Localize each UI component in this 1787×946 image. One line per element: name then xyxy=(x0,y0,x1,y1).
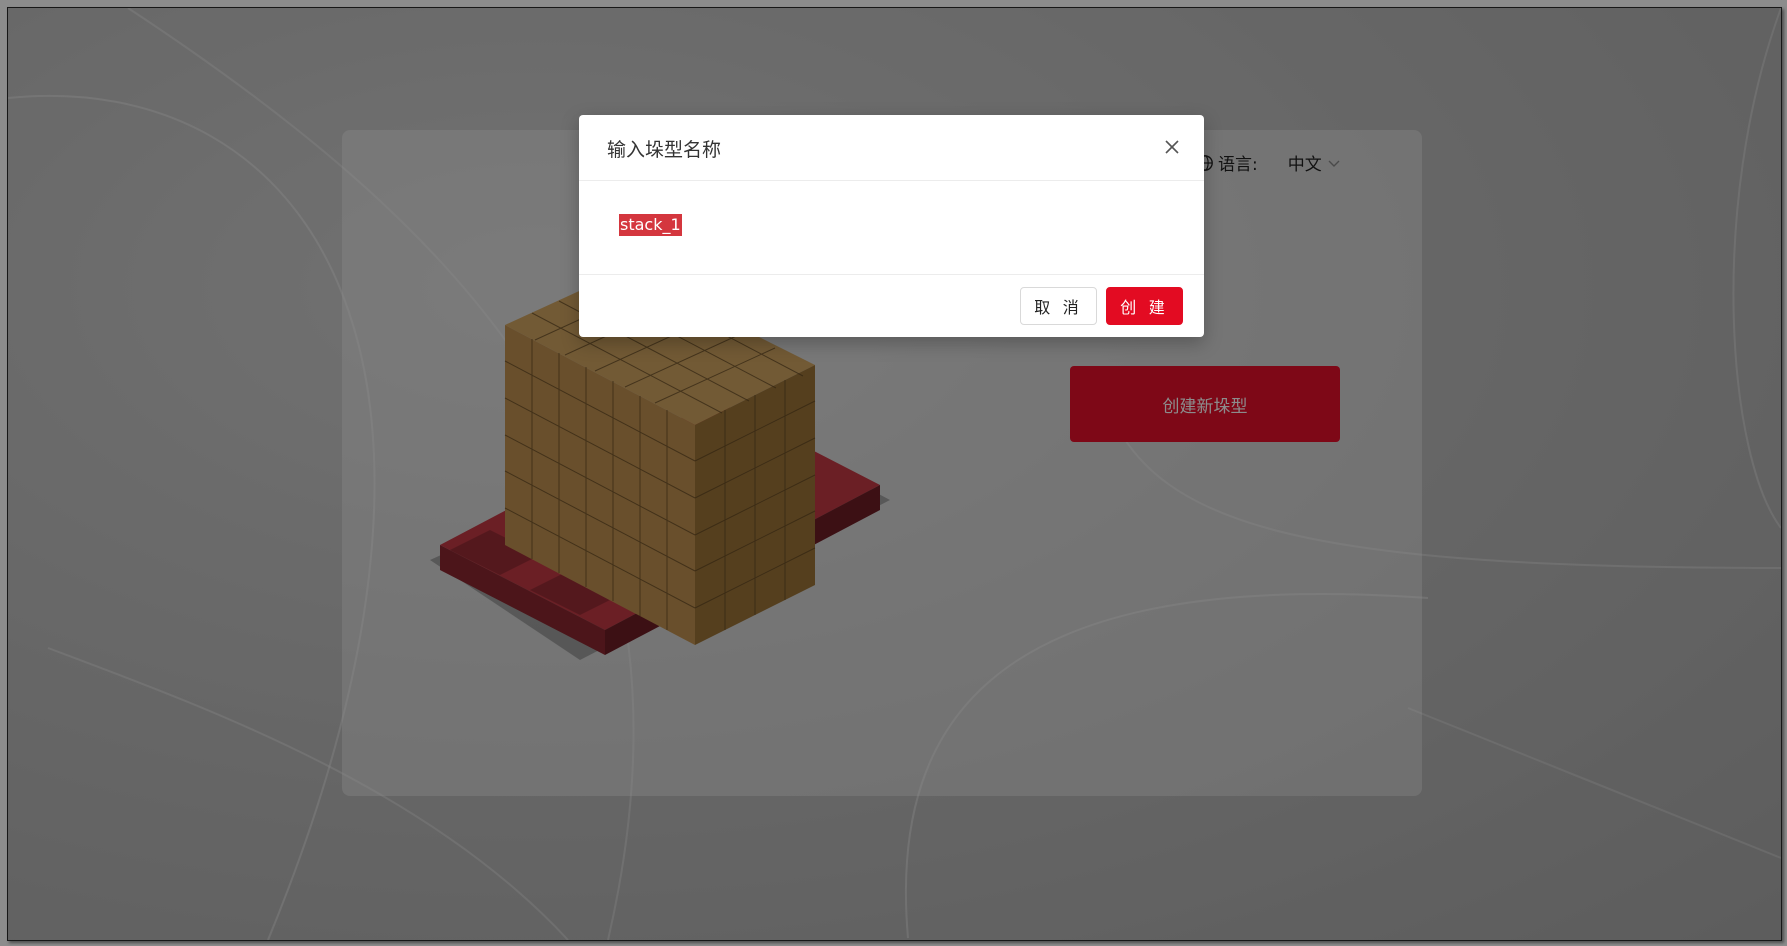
create-stack-dialog: 输入垛型名称 stack_1 取 消 创 建 xyxy=(579,115,1204,337)
dialog-footer: 取 消 创 建 xyxy=(579,275,1204,338)
cancel-button[interactable]: 取 消 xyxy=(1020,287,1097,325)
stack-name-input[interactable]: stack_1 xyxy=(619,214,682,236)
dialog-body: stack_1 xyxy=(579,181,1204,275)
dialog-header: 输入垛型名称 xyxy=(579,115,1204,181)
close-icon[interactable] xyxy=(1162,137,1182,157)
create-button[interactable]: 创 建 xyxy=(1106,287,1183,325)
dialog-title: 输入垛型名称 xyxy=(607,139,722,161)
